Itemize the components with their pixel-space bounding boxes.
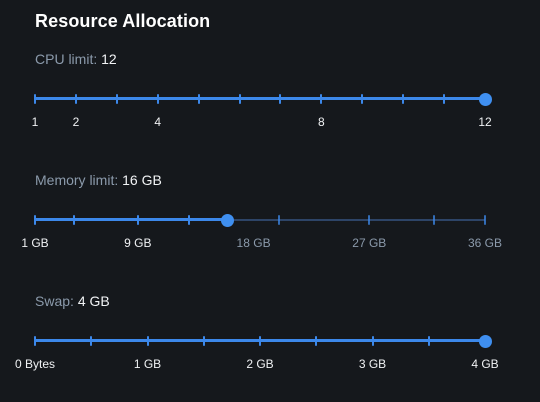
swap-slider[interactable] — [34, 331, 492, 351]
cpu-slider-tick — [115, 94, 118, 104]
swap-slider-mark-label: 2 GB — [246, 357, 274, 371]
cpu-slider-mark-label: 4 — [154, 115, 162, 129]
memory-slider-mark-label: 18 GB — [236, 236, 271, 250]
memory-slider-mark-label: 36 GB — [467, 236, 503, 250]
swap-slider-mark-label: 0 Bytes — [14, 357, 56, 371]
memory-slider-tick — [72, 215, 75, 225]
swap-label: Swap: 4 GB — [35, 293, 110, 309]
cpu-slider-mark-label: 2 — [72, 115, 80, 129]
memory-slider-mark-label: 1 GB — [21, 236, 49, 250]
page-title: Resource Allocation — [35, 11, 211, 31]
swap-label-text: Swap: — [35, 293, 74, 309]
swap-slider-tick — [90, 336, 93, 346]
swap-value: 4 GB — [77, 293, 110, 309]
cpu-limit-slider[interactable] — [34, 89, 492, 109]
swap-slider-tick — [427, 336, 430, 346]
cpu-slider-fill — [35, 97, 485, 100]
cpu-slider-tick — [443, 94, 446, 104]
memory-slider-tick — [432, 215, 435, 225]
cpu-slider-tick — [197, 94, 200, 104]
memory-slider-tick — [136, 215, 139, 225]
cpu-slider-mark-label: 1 — [31, 115, 39, 129]
cpu-slider-mark-label: 8 — [318, 115, 325, 129]
memory-slider-mark-label: 27 GB — [352, 236, 387, 250]
memory-slider-tick — [368, 215, 371, 225]
cpu-slider-tick — [34, 94, 36, 104]
cpu-slider-mark-label: 12 — [478, 115, 492, 129]
swap-slider-tick — [202, 336, 205, 346]
memory-limit-value: 16 GB — [122, 172, 162, 188]
memory-slider-tick — [484, 215, 486, 225]
memory-slider-tick — [278, 215, 281, 225]
cpu-slider-thumb[interactable] — [478, 92, 492, 106]
swap-slider-tick — [371, 336, 374, 346]
memory-slider-thumb[interactable] — [221, 213, 235, 227]
cpu-limit-label-text: CPU limit: — [35, 51, 98, 67]
swap-slider-mark-label: 3 GB — [358, 357, 387, 371]
memory-slider-mark-label: 9 GB — [124, 236, 152, 250]
swap-slider-tick — [259, 336, 261, 346]
cpu-slider-tick — [74, 94, 77, 104]
cpu-slider-tick — [238, 94, 241, 104]
memory-slider-fill — [35, 218, 228, 221]
swap-slider-tick — [146, 336, 149, 346]
memory-slider-tick — [34, 215, 36, 225]
cpu-slider-tick — [361, 94, 364, 104]
swap-slider-mark-label: 4 GB — [471, 357, 499, 371]
swap-slider-tick — [34, 336, 36, 346]
cpu-slider-tick — [402, 94, 405, 104]
cpu-limit-value: 12 — [101, 51, 117, 67]
memory-limit-slider[interactable] — [34, 210, 486, 230]
swap-slider-thumb[interactable] — [478, 334, 492, 348]
cpu-slider-tick — [156, 94, 159, 104]
memory-slider-tick — [188, 215, 191, 225]
cpu-limit-label: CPU limit: 12 — [35, 51, 117, 67]
memory-limit-label: Memory limit: 16 GB — [35, 172, 162, 188]
memory-limit-label-text: Memory limit: — [35, 172, 119, 188]
swap-slider-mark-label: 1 GB — [133, 357, 162, 371]
swap-slider-tick — [315, 336, 318, 346]
